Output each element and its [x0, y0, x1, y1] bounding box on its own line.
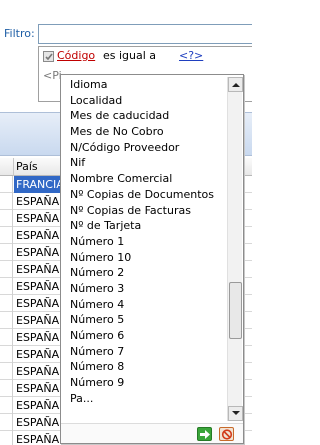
column-header-pais[interactable]: País [16, 160, 38, 173]
arrow-down-icon [232, 411, 240, 415]
accept-button[interactable] [197, 427, 212, 441]
row-indicator [0, 363, 13, 380]
red-no-entry-icon [221, 429, 233, 440]
list-item[interactable]: Pa... [63, 391, 229, 407]
cell-pais: ESPAÑA [16, 416, 60, 429]
scroll-down-button[interactable] [228, 406, 243, 421]
list-item[interactable]: Número 7 [63, 344, 229, 360]
cell-pais: ESPAÑA [16, 331, 60, 344]
list-item[interactable]: Número 10 [63, 250, 229, 266]
list-item[interactable]: Nombre Comercial [63, 171, 229, 187]
cell-pais: ESPAÑA [16, 365, 60, 378]
checkmark-icon [45, 53, 53, 61]
list-item[interactable]: N/Código Proveedor [63, 140, 229, 156]
cell-pais: ESPAÑA [16, 229, 60, 242]
cell-pais: ESPAÑA [16, 314, 60, 327]
condition-checkbox[interactable] [43, 51, 54, 62]
row-indicator [0, 227, 13, 244]
list-item[interactable]: Mes de caducidad [63, 108, 229, 124]
popup-footer [61, 423, 243, 443]
filter-row: Filtro: [0, 24, 252, 44]
column-separator [13, 158, 14, 176]
cell-pais: ESPAÑA [16, 212, 60, 225]
scroll-up-button[interactable] [228, 77, 243, 92]
list-item[interactable]: Número 3 [63, 281, 229, 297]
cancel-button[interactable] [219, 427, 234, 441]
condition-value-link[interactable]: <?> [179, 49, 203, 62]
row-indicator [0, 312, 13, 329]
list-item[interactable]: Número 2 [63, 265, 229, 281]
list-item[interactable]: Número 5 [63, 312, 229, 328]
cell-pais: ESPAÑA [16, 195, 60, 208]
row-indicator [0, 380, 13, 397]
cell-pais: ESPAÑA [16, 246, 60, 259]
row-indicator [0, 414, 13, 431]
filter-label: Filtro: [4, 27, 35, 40]
cell-pais: FRANCIA [16, 178, 64, 191]
row-indicator [0, 397, 13, 414]
row-indicator [0, 261, 13, 278]
field-list-scrollbar[interactable] [227, 77, 243, 421]
cell-pais: ESPAÑA [16, 297, 60, 310]
list-item[interactable]: Idioma [63, 77, 229, 93]
condition-operator-link[interactable]: es igual a [103, 49, 156, 62]
row-indicator [0, 346, 13, 363]
row-indicator [0, 295, 13, 312]
list-item[interactable]: Nif [63, 155, 229, 171]
cell-pais: ESPAÑA [16, 348, 60, 361]
condition-add-row[interactable]: <Pi [43, 69, 62, 82]
row-indicator [0, 431, 13, 445]
field-list-popup: Idioma Localidad Mes de caducidad Mes de No… [60, 74, 244, 444]
field-list: Idioma Localidad Mes de caducidad Mes de No… [63, 77, 229, 421]
filter-input[interactable] [38, 24, 252, 44]
row-indicator [0, 278, 13, 295]
list-item[interactable]: Número 6 [63, 328, 229, 344]
cell-pais: ESPAÑA [16, 263, 60, 276]
cell-pais: ESPAÑA [16, 280, 60, 293]
cell-pais: ESPAÑA [16, 433, 60, 445]
list-item[interactable]: Nº Copias de Documentos [63, 187, 229, 203]
list-item[interactable]: Mes de No Cobro [63, 124, 229, 140]
scroll-thumb[interactable] [229, 282, 242, 339]
list-item[interactable]: Número 4 [63, 297, 229, 313]
list-item[interactable]: Localidad [63, 93, 229, 109]
green-arrow-right-icon [200, 430, 210, 439]
list-item[interactable]: Número 8 [63, 359, 229, 375]
cell-pais: ESPAÑA [16, 399, 60, 412]
row-indicator [0, 329, 13, 346]
list-item[interactable]: Número 9 [63, 375, 229, 391]
row-indicator [0, 210, 13, 227]
condition-field-link[interactable]: Código [57, 49, 95, 62]
row-indicator [0, 244, 13, 261]
list-item[interactable]: Nº de Tarjeta [63, 218, 229, 234]
row-indicator [0, 176, 13, 193]
cell-pais: ESPAÑA [16, 382, 60, 395]
row-indicator [0, 193, 13, 210]
list-item[interactable]: Nº Copias de Facturas [63, 203, 229, 219]
list-item[interactable]: Número 1 [63, 234, 229, 250]
arrow-up-icon [232, 83, 240, 87]
